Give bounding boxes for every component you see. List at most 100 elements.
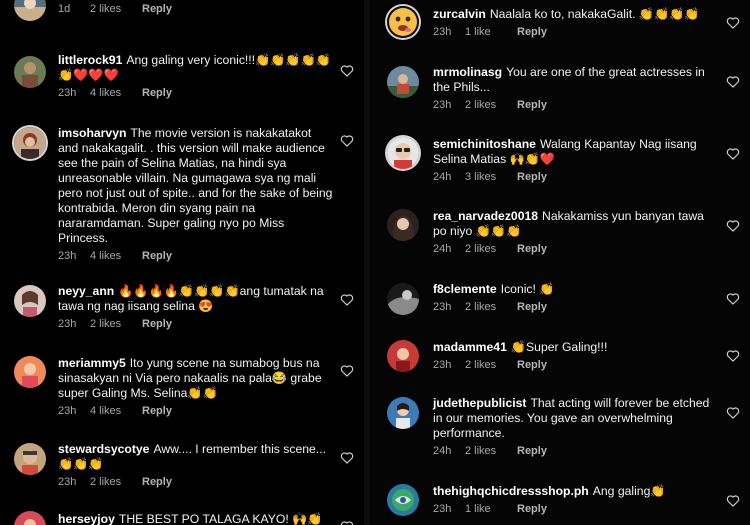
comment-likes-count[interactable]: 1 like <box>465 502 517 517</box>
comment-username[interactable]: meriammy5 <box>58 356 126 370</box>
heart-outline-icon[interactable] <box>726 494 740 507</box>
comment-timestamp: 1d <box>58 3 71 15</box>
heart-outline-icon[interactable] <box>726 292 740 305</box>
comment-likes-count[interactable]: 2 likes <box>90 317 142 332</box>
avatar-herseyjoy[interactable] <box>14 511 46 525</box>
comment-username[interactable]: thehighqchicdressshop.ph <box>433 484 589 498</box>
comment-username[interactable]: judethepublicist <box>433 396 526 410</box>
comment-likes-count[interactable]: 2 likes <box>465 242 517 257</box>
reply-button[interactable]: Reply <box>142 404 172 419</box>
heart-outline-icon[interactable] <box>340 134 354 147</box>
comment-meta: 23h 1 like Reply <box>433 502 720 517</box>
comment-username[interactable]: imsoharvyn <box>58 126 126 140</box>
avatar-thehighqchicdressshop-ph[interactable] <box>387 484 419 516</box>
comment-meta: 23h 2 likes Reply <box>433 98 720 113</box>
reply-button[interactable]: Reply <box>517 300 547 315</box>
comment-line: herseyjoyTHE BEST PO TALAGA KAYO! 🙌👏🔥 <box>58 512 334 525</box>
comment-likes-count[interactable]: 4 likes <box>90 86 142 101</box>
comment-line: meriammy5 Ito yung scene na sumabog bus n… <box>58 356 334 401</box>
heart-outline-icon[interactable] <box>340 520 354 525</box>
comment-likes-count[interactable]: 2 likes <box>465 98 517 113</box>
comment-herseyjoy: herseyjoyTHE BEST PO TALAGA KAYO! 🙌👏🔥 <box>58 512 334 525</box>
heart-outline-icon[interactable] <box>340 293 354 306</box>
avatar-judethepublicist[interactable] <box>387 397 419 429</box>
comment-timestamp: 23h <box>58 87 77 99</box>
avatar-semichinitoshane[interactable] <box>387 137 419 169</box>
comment-neyy-ann: neyy_ann 🔥🔥🔥🔥👏👏👏👏ang tumatak na tawa ng n… <box>58 284 334 332</box>
comment-username[interactable]: herseyjoy <box>58 512 115 525</box>
comment-username[interactable]: mrmolinasg <box>433 65 502 79</box>
avatar-mrmolinasg[interactable] <box>387 66 419 98</box>
reply-button[interactable]: Reply <box>517 170 547 185</box>
reply-button[interactable]: Reply <box>517 444 547 459</box>
comment-timestamp: 24h <box>433 445 452 457</box>
comment-meta: 23h 2 likes Reply <box>58 317 334 332</box>
avatar-madamme41[interactable] <box>387 340 419 372</box>
avatar-neyy-ann[interactable] <box>14 285 46 317</box>
heart-outline-icon[interactable] <box>340 451 354 464</box>
avatar-ia-bardelosa[interactable] <box>14 0 46 21</box>
reply-button[interactable]: Reply <box>517 502 547 517</box>
reply-button[interactable]: Reply <box>517 358 547 373</box>
heart-outline-icon[interactable] <box>726 219 740 232</box>
heart-outline-icon[interactable] <box>726 75 740 88</box>
avatar-stewardsycotye[interactable] <box>14 443 46 475</box>
avatar-f8clemente[interactable] <box>387 283 419 315</box>
comment-username[interactable]: madamme41 <box>433 340 507 354</box>
reply-button[interactable]: Reply <box>142 317 172 332</box>
reply-button[interactable]: Reply <box>142 249 172 264</box>
heart-outline-icon[interactable] <box>726 147 740 160</box>
avatar-meriammy5[interactable] <box>14 356 46 388</box>
avatar-zurcalvin[interactable] <box>387 6 419 38</box>
comment-likes-count[interactable]: 2 likes <box>90 2 142 17</box>
comment-text: 👏Super Galing!!! <box>510 340 608 354</box>
comment-likes-count[interactable]: 4 likes <box>90 249 142 264</box>
comment-timestamp: 23h <box>433 99 452 111</box>
comment-text: Ang galing👏 <box>592 484 666 498</box>
comment-zurcalvin: zurcalvin Naalala ko to, nakakaGalit. 👏👏👏… <box>433 7 720 40</box>
comment-likes-count[interactable]: 3 likes <box>465 170 517 185</box>
comment-username[interactable]: littlerock91 <box>58 53 122 67</box>
comment-meta: 23h 1 like Reply <box>433 25 720 40</box>
comment-likes-count[interactable]: 4 likes <box>90 404 142 419</box>
avatar-imsoharvyn[interactable] <box>14 127 46 159</box>
heart-outline-icon[interactable] <box>726 16 740 29</box>
comment-text: Naalala ko to, nakakaGalit. 👏👏👏👏 <box>489 7 700 21</box>
comment-username[interactable]: f8clemente <box>433 282 497 296</box>
comment-username[interactable]: zurcalvin <box>433 7 486 21</box>
reply-button[interactable]: Reply <box>142 86 172 101</box>
comment-username[interactable]: rea_narvadez0018 <box>433 209 538 223</box>
comment-timestamp: 24h <box>433 171 452 183</box>
comment-line: semichinitoshane Walang Kapantay Nag iisa… <box>433 137 720 167</box>
comment-meta: 1d 2 likes Reply <box>58 2 334 17</box>
comments-column-left: ia.bardelosa#iconiclaugh1d2 likesReplyli… <box>0 0 364 525</box>
reply-button[interactable]: Reply <box>142 475 172 490</box>
comment-likes-count[interactable]: 1 like <box>465 25 517 40</box>
heart-outline-icon[interactable] <box>726 349 740 362</box>
heart-outline-icon[interactable] <box>340 364 354 377</box>
heart-outline-icon[interactable] <box>340 64 354 77</box>
reply-button[interactable]: Reply <box>517 98 547 113</box>
heart-outline-icon[interactable] <box>726 406 740 419</box>
comment-timestamp: 23h <box>433 26 452 38</box>
reply-button[interactable]: Reply <box>142 2 172 17</box>
comment-likes-count[interactable]: 2 likes <box>465 358 517 373</box>
comment-line: f8clemente Iconic! 👏 <box>433 282 720 297</box>
comment-likes-count[interactable]: 2 likes <box>90 475 142 490</box>
avatar-rea-narvadez0018[interactable] <box>387 209 419 241</box>
avatar-littlerock91[interactable] <box>14 56 46 88</box>
comment-username[interactable]: semichinitoshane <box>433 137 536 151</box>
comment-line: zurcalvin Naalala ko to, nakakaGalit. 👏👏👏… <box>433 7 720 22</box>
comment-text: Iconic! 👏 <box>500 282 555 296</box>
reply-button[interactable]: Reply <box>517 242 547 257</box>
comment-username[interactable]: neyy_ann <box>58 284 114 298</box>
comment-timestamp: 23h <box>58 318 77 330</box>
comment-meta: 23h 4 likes Reply <box>58 249 334 264</box>
comment-imsoharvyn: imsoharvyn The movie version is nakakatak… <box>58 126 334 264</box>
comment-likes-count[interactable]: 2 likes <box>465 300 517 315</box>
comment-rea-narvadez0018: rea_narvadez0018 Nakakamiss yun banyan ta… <box>433 209 720 257</box>
comment-meta: 23h 4 likes Reply <box>58 404 334 419</box>
comment-likes-count[interactable]: 2 likes <box>465 444 517 459</box>
comment-username[interactable]: stewardsycotye <box>58 442 149 456</box>
reply-button[interactable]: Reply <box>517 25 547 40</box>
